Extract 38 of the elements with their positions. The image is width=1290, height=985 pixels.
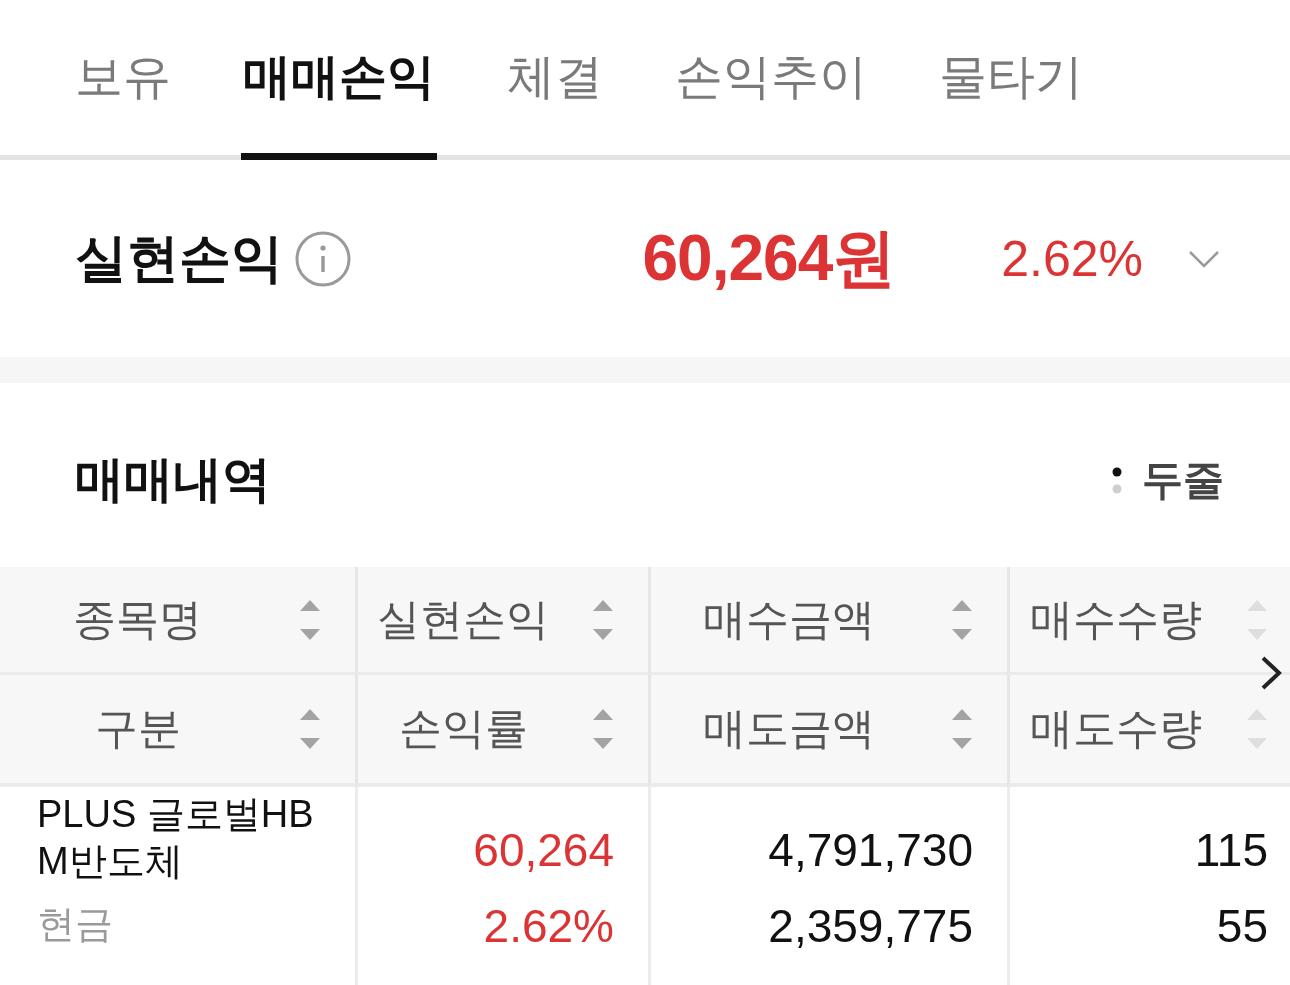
chevron-right-icon[interactable] <box>1260 655 1282 691</box>
tab[interactable]: 보유 <box>73 0 173 160</box>
sort-icon <box>592 598 614 641</box>
summary-label: 실현손익 <box>75 227 283 289</box>
number-value: 4,791,730 <box>768 823 973 878</box>
column-header[interactable]: 실현손익 <box>355 567 648 675</box>
column-header[interactable]: 매수수량 <box>1007 567 1290 675</box>
sort-icon <box>951 708 973 750</box>
sort-icon <box>1246 598 1268 641</box>
column-header[interactable]: 종목명 <box>0 567 355 675</box>
sort-icon <box>299 598 321 641</box>
chevron-down-icon[interactable] <box>1188 249 1220 268</box>
info-icon[interactable] <box>295 230 351 287</box>
number-value: 115 <box>1194 823 1268 878</box>
tab[interactable]: 물타기 <box>937 0 1085 160</box>
column-header[interactable]: 매수금액 <box>648 567 1007 675</box>
section-title: 매매내역 <box>75 451 271 508</box>
two-dot-icon <box>1112 466 1122 494</box>
tab[interactable]: 체결 <box>505 0 605 160</box>
stock-name: PLUS 글로벌HBM반도체 <box>37 792 315 884</box>
column-header[interactable]: 매도수량 <box>1007 675 1290 787</box>
column-header[interactable]: 구분 <box>0 675 355 787</box>
number-value: 2,359,775 <box>768 899 973 954</box>
profit-rate: 2.62% <box>483 899 614 954</box>
trade-type: 현금 <box>37 902 113 947</box>
tab[interactable]: 손익추이 <box>673 0 869 160</box>
sort-icon <box>592 708 614 750</box>
column-header[interactable]: 손익률 <box>355 675 648 787</box>
column-header[interactable]: 매도금액 <box>648 675 1007 787</box>
profit-amount: 60,264원 <box>642 221 896 296</box>
tab[interactable]: 매매손익 <box>241 0 437 160</box>
number-value: 55 <box>1216 899 1268 954</box>
sort-icon <box>951 598 973 641</box>
sort-icon <box>299 708 321 750</box>
profit-value: 60,264 <box>473 823 614 878</box>
profit-rate: 2.62% <box>1001 229 1143 288</box>
sort-icon <box>1246 708 1268 750</box>
view-toggle-button[interactable]: 두줄 <box>1112 452 1224 508</box>
